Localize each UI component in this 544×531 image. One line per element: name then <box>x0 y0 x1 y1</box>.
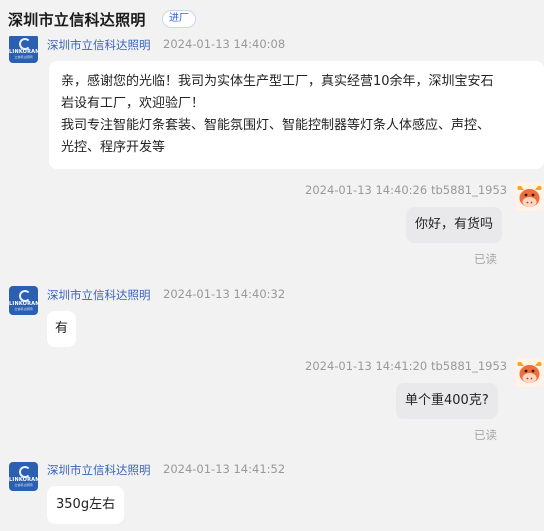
cartoon-cow-icon <box>517 185 542 207</box>
shop-logo-subtext: 立信科达照明 <box>14 307 33 311</box>
cartoon-cow-icon <box>517 361 542 383</box>
enter-shop-tag[interactable]: 进厂 <box>162 10 196 28</box>
message-bubble-incoming[interactable]: 亲，感谢您的光临！我司为实体生产型工厂，真实经营10余年，深圳宝安石 岩设有工厂… <box>49 61 544 169</box>
shop-avatar[interactable]: LINKORAN 立信科达照明 <box>9 462 38 491</box>
message-line: 光控、程序开发等 <box>61 140 166 155</box>
message-text: 单个重400克? <box>405 393 489 408</box>
message-text: 有 <box>55 321 69 336</box>
message-line: 我司专注智能灯条套装、智能氛围灯、智能控制器等灯条人体感应、声控、 <box>61 118 491 133</box>
shop-logo-subtext: 立信科达照明 <box>14 483 33 487</box>
sender-name: tb5881_1953 <box>431 359 508 373</box>
shop-avatar[interactable]: LINKORAN 立信科达照明 <box>9 34 38 63</box>
sender-name[interactable]: 深圳市立信科达照明 <box>47 37 151 53</box>
message-bubble-outgoing[interactable]: 单个重400克? <box>396 383 498 419</box>
shop-title[interactable]: 深圳市立信科达照明 <box>8 9 146 30</box>
shop-avatar[interactable]: LINKORAN 立信科达照明 <box>9 286 38 315</box>
shop-logo-subtext: 立信科达照明 <box>14 55 33 59</box>
message-time: 2024-01-13 14:41:20 <box>305 359 428 373</box>
sender-name[interactable]: 深圳市立信科达照明 <box>47 462 151 478</box>
user-avatar[interactable] <box>515 182 544 211</box>
message-time: 2024-01-13 14:40:32 <box>163 287 286 301</box>
message-line: 岩设有工厂，欢迎验厂！ <box>61 96 205 111</box>
message-time: 2024-01-13 14:40:08 <box>163 37 286 51</box>
message-line: 亲，感谢您的光临！我司为实体生产型工厂，真实经营10余年，深圳宝安石 <box>61 74 494 89</box>
sender-name[interactable]: 深圳市立信科达照明 <box>47 287 151 303</box>
message-text: 你好，有货吗 <box>415 217 494 232</box>
message-time: 2024-01-13 14:40:26 <box>305 183 428 197</box>
message-list[interactable]: LINKORAN 立信科达照明 深圳市立信科达照明 2024-01-13 14:… <box>0 0 544 531</box>
message-bubble-outgoing[interactable]: 你好，有货吗 <box>406 207 503 243</box>
sender-name: tb5881_1953 <box>431 183 508 197</box>
chat-header: 深圳市立信科达照明 进厂 <box>0 0 544 36</box>
message-time: 2024-01-13 14:41:52 <box>163 462 286 476</box>
message-bubble-incoming[interactable]: 有 <box>47 311 77 347</box>
message-bubble-incoming[interactable]: 350g左右 <box>47 486 125 524</box>
user-avatar[interactable] <box>515 358 544 387</box>
message-text: 350g左右 <box>56 497 116 512</box>
read-status: 已读 <box>474 252 497 266</box>
read-status: 已读 <box>474 428 497 442</box>
